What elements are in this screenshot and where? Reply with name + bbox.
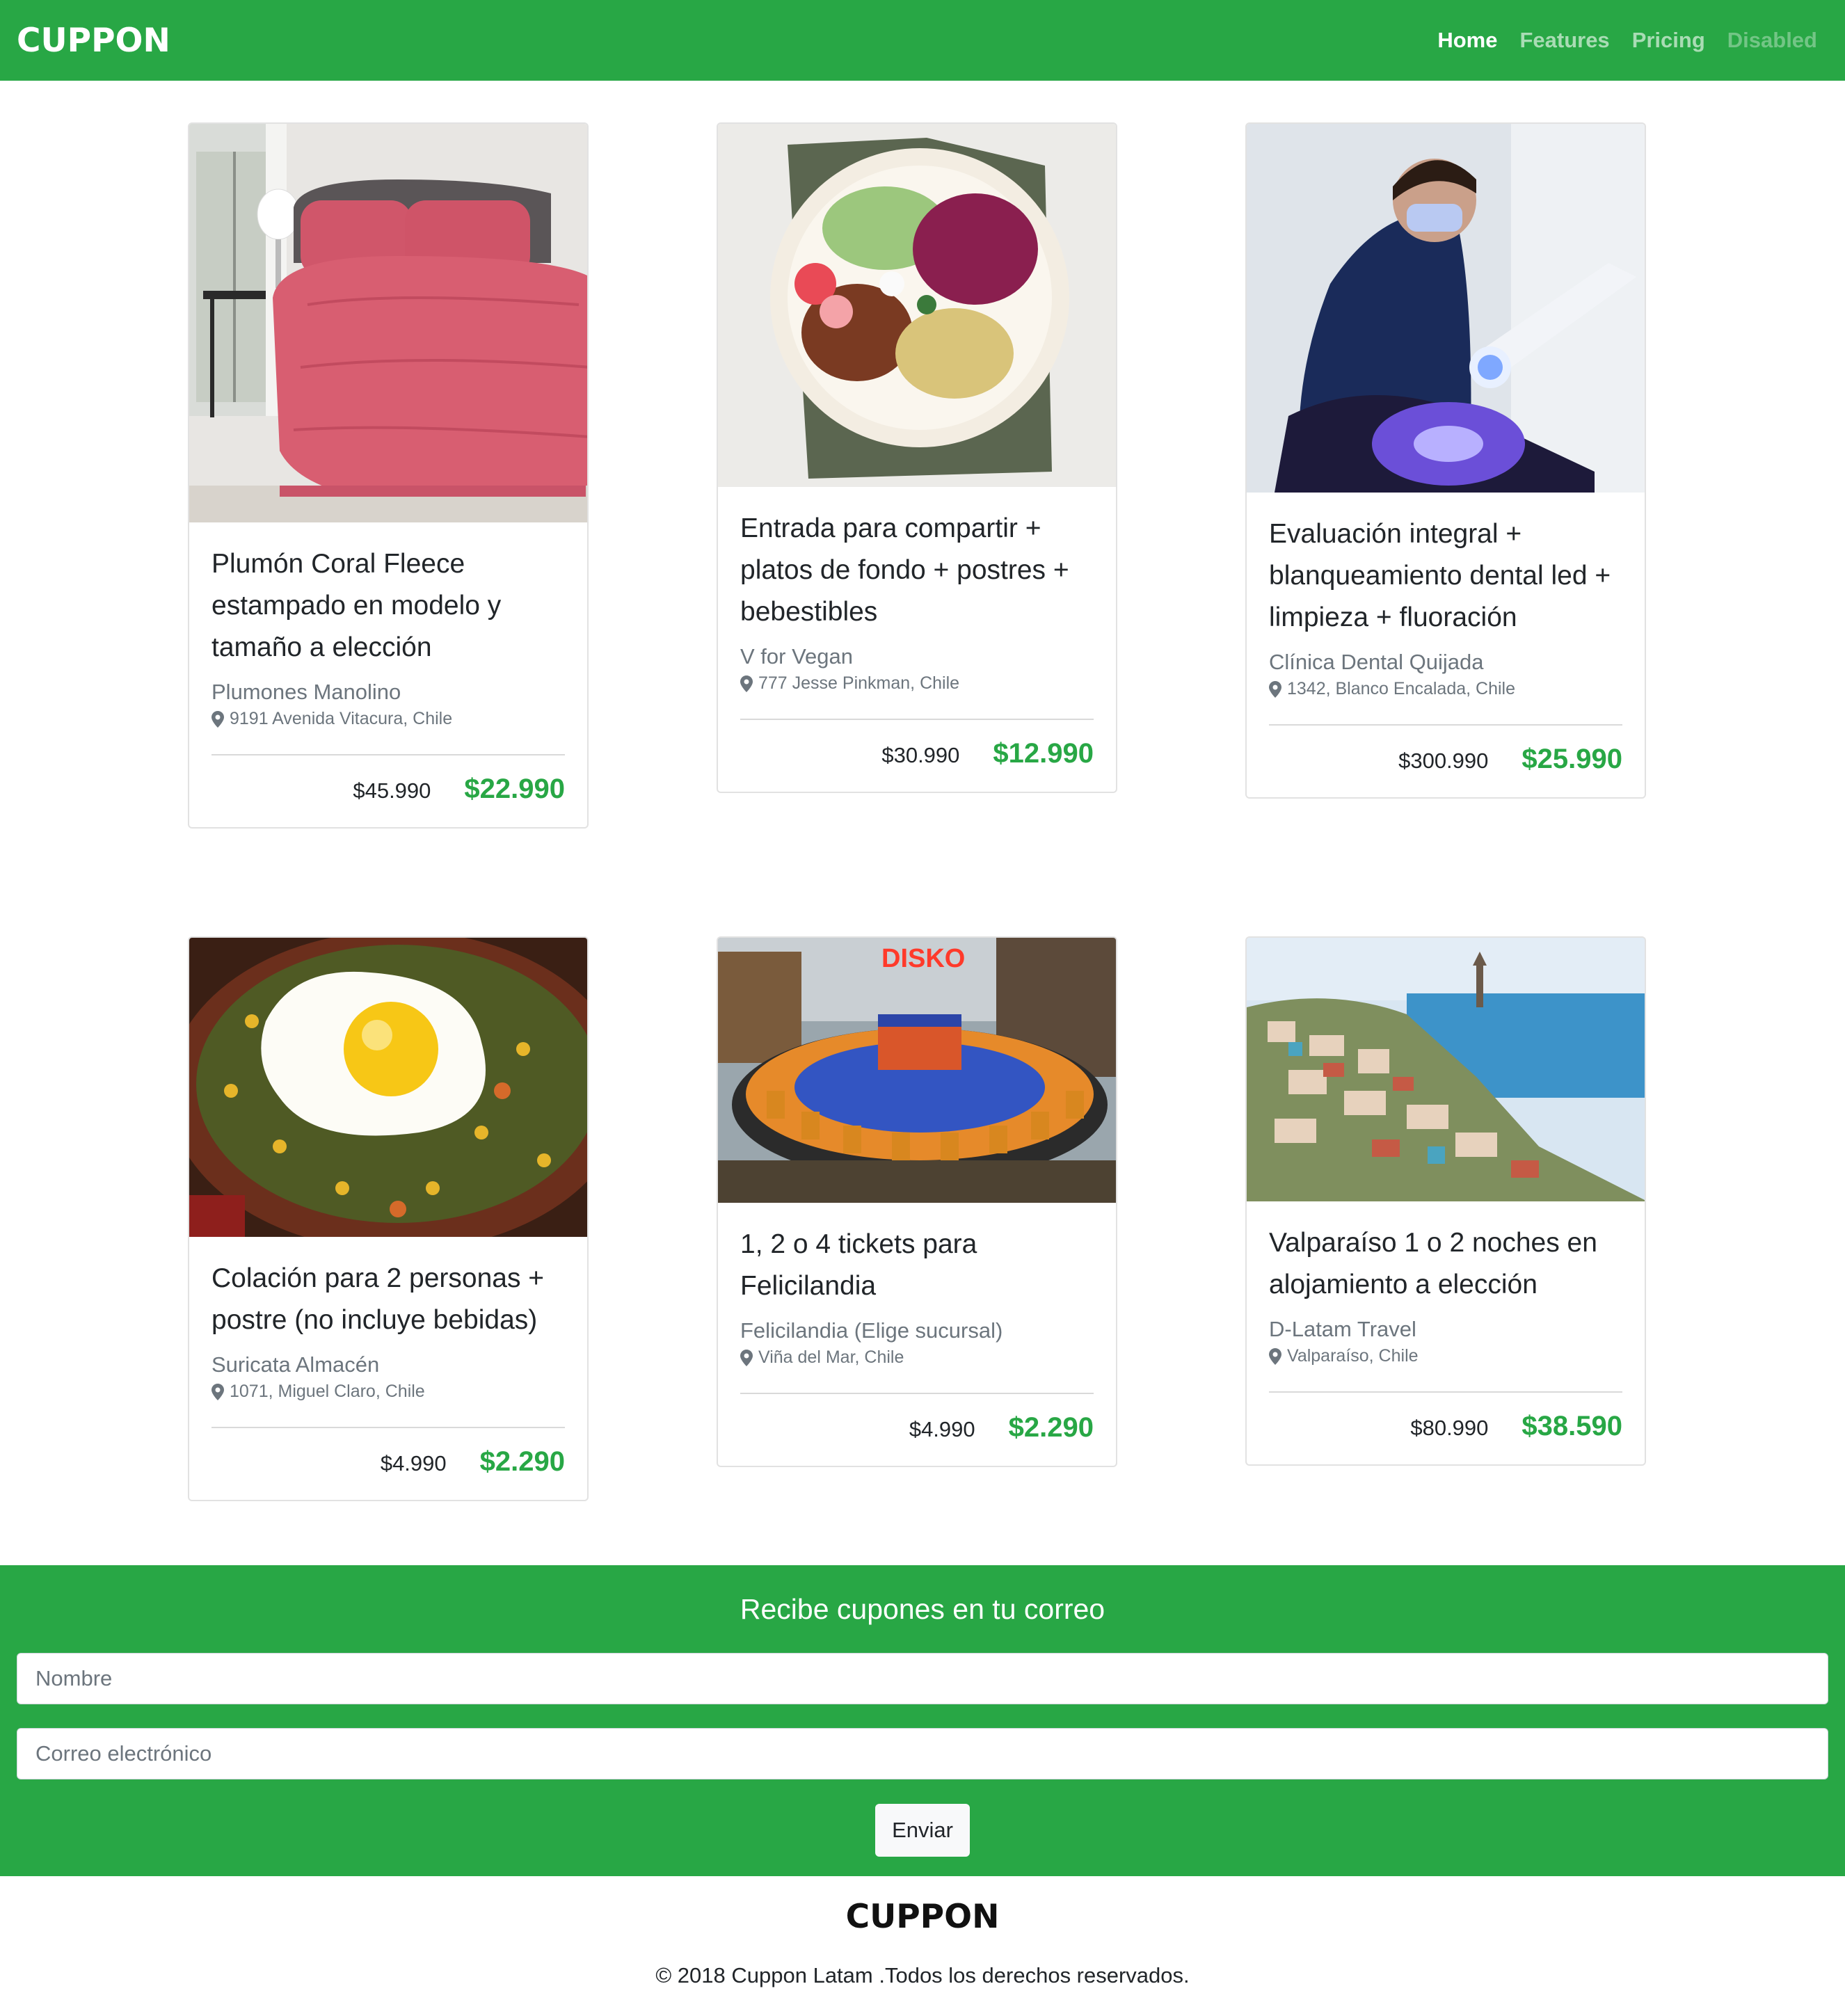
valparaiso-city-image[interactable] [1247,938,1645,1201]
newsletter-section: Recibe cupones en tu correo Enviar [0,1565,1845,1876]
nav-link-disabled: Disabled [1727,28,1817,52]
original-price: $30.990 [881,743,960,767]
amusement-ride-image[interactable]: DISKO [718,938,1116,1203]
dental-whitening-image[interactable] [1247,124,1645,493]
card-body: Evaluación integral + blanqueamiento den… [1247,493,1645,797]
deal-card[interactable]: Colación para 2 personas + postre (no in… [188,936,589,1501]
merchant-name: Plumones Manolino [211,680,401,704]
merchant-name: Suricata Almacén [211,1352,380,1377]
map-pin-icon [211,710,224,728]
card-divider [211,1427,565,1428]
price-row: $45.990 $22.990 [211,774,565,805]
submit-button[interactable]: Enviar [875,1804,970,1857]
location-text: 777 Jesse Pinkman, Chile [758,673,960,693]
map-pin-icon [211,1383,224,1400]
original-price: $4.990 [909,1417,975,1441]
location: 777 Jesse Pinkman, Chile [740,673,1094,694]
card-body: Plumón Coral Fleece estampado en modelo … [189,522,587,827]
nav-link-features[interactable]: Features [1519,28,1609,53]
merchant-name: D-Latam Travel [1269,1317,1416,1341]
discount-price: $38.590 [1521,1411,1622,1441]
card-body: 1, 2 o 4 tickets para Felicilandia Felic… [718,1203,1116,1466]
discount-price: $2.290 [1008,1412,1094,1443]
card-divider [740,1393,1094,1394]
merchant-name: Clínica Dental Quijada [1269,650,1484,674]
deal-card[interactable]: Entrada para compartir + platos de fondo… [717,122,1117,793]
map-pin-icon [740,675,753,692]
card-divider [1269,1391,1622,1393]
location-text: 1071, Miguel Claro, Chile [230,1382,425,1401]
footer-copyright: © 2018 Cuppon Latam .Todos los derechos … [655,1963,1190,1987]
location: Valparaíso, Chile [1269,1346,1622,1366]
deal-card[interactable]: Evaluación integral + blanqueamiento den… [1245,122,1646,799]
location: 1342, Blanco Encalada, Chile [1269,679,1622,699]
original-price: $300.990 [1398,749,1489,773]
navbar: CUPPON Home Features Pricing Disabled [0,0,1845,81]
newsletter-title: Recibe cupones en tu correo [740,1593,1105,1625]
card-body: Valparaíso 1 o 2 noches en alojamiento a… [1247,1201,1645,1464]
discount-price: $25.990 [1521,744,1622,774]
merchant-name: Felicilandia (Elige sucursal) [740,1318,1003,1343]
deal-card[interactable]: DISKO 1, 2 o 4 tickets para Felicilandia… [717,936,1117,1467]
name-input[interactable] [17,1653,1828,1704]
deal-title[interactable]: 1, 2 o 4 tickets para Felicilandia [740,1224,1094,1307]
location-text: Viña del Mar, Chile [758,1347,904,1367]
discount-price: $12.990 [993,738,1094,769]
card-body: Entrada para compartir + platos de fondo… [718,487,1116,792]
location-text: 1342, Blanco Encalada, Chile [1287,679,1516,698]
deal-card[interactable]: Valparaíso 1 o 2 noches en alojamiento a… [1245,936,1646,1466]
nav-links: Home Features Pricing Disabled [1437,28,1828,53]
location: 1071, Miguel Claro, Chile [211,1382,565,1402]
price-row: $30.990 $12.990 [740,738,1094,769]
deal-title[interactable]: Valparaíso 1 o 2 noches en alojamiento a… [1269,1222,1622,1306]
nav-link-pricing[interactable]: Pricing [1632,28,1705,53]
location-text: Valparaíso, Chile [1287,1346,1419,1366]
map-pin-icon [740,1349,753,1366]
location-text: 9191 Avenida Vitacura, Chile [230,709,453,728]
deal-title[interactable]: Evaluación integral + blanqueamiento den… [1269,513,1622,639]
original-price: $45.990 [353,778,431,803]
nav-link-home[interactable]: Home [1437,28,1497,53]
brand-logo[interactable]: CUPPON [17,22,170,60]
discount-price: $2.290 [479,1446,565,1477]
deal-card[interactable]: Plumón Coral Fleece estampado en modelo … [188,122,589,829]
price-row: $300.990 $25.990 [1269,744,1622,775]
deal-title[interactable]: Entrada para compartir + platos de fondo… [740,508,1094,633]
footer-brand: CUPPON [845,1898,1000,1936]
card-body: Colación para 2 personas + postre (no in… [189,1237,587,1500]
price-row: $4.990 $2.290 [740,1412,1094,1443]
deal-title[interactable]: Plumón Coral Fleece estampado en modelo … [211,543,565,669]
location: Viña del Mar, Chile [740,1347,1094,1368]
original-price: $4.990 [380,1451,447,1475]
ride-sign-text: DISKO [881,944,965,973]
fried-egg-dish-image[interactable] [189,938,587,1237]
price-row: $4.990 $2.290 [211,1446,565,1478]
discount-price: $22.990 [464,774,565,804]
location: 9191 Avenida Vitacura, Chile [211,709,565,729]
map-pin-icon [1269,1347,1281,1365]
vegan-bowl-image[interactable] [718,124,1116,487]
merchant-name: V for Vegan [740,644,854,669]
card-divider [740,719,1094,720]
pink-comforter-bed-image[interactable] [189,124,587,522]
price-row: $80.990 $38.590 [1269,1411,1622,1442]
email-input[interactable] [17,1728,1828,1779]
map-pin-icon [1269,680,1281,698]
card-divider [211,754,565,755]
card-divider [1269,724,1622,726]
deal-title[interactable]: Colación para 2 personas + postre (no in… [211,1258,565,1341]
original-price: $80.990 [1410,1416,1489,1440]
